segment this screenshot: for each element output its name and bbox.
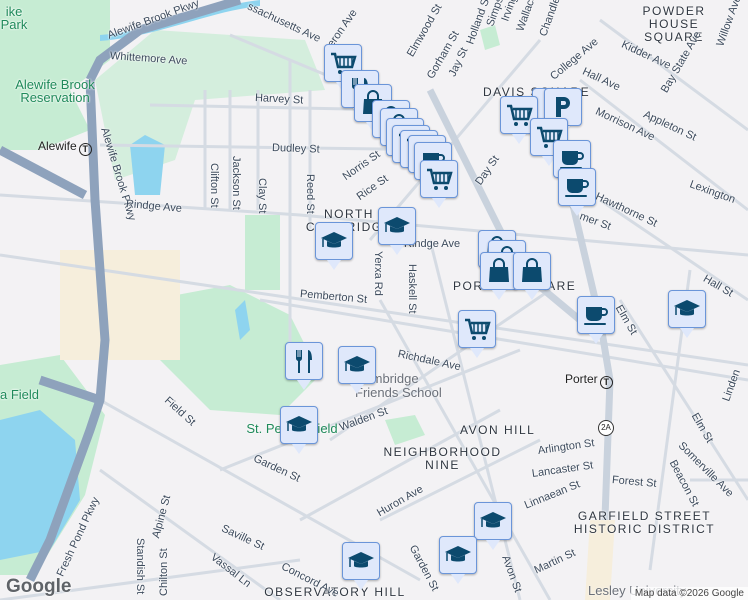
street-label: Dudley St [271,142,320,156]
alewife-station[interactable]: Alewife T [38,139,92,156]
park-label: a Field [0,387,40,402]
map-marker-school[interactable] [378,207,416,255]
map-marker-shopping-bag[interactable] [513,252,551,300]
parking-icon [549,93,577,121]
area-label: NEIGHBORHOOD NINE [383,445,502,472]
restaurant-icon [290,347,318,375]
map-marker-school[interactable] [668,290,706,338]
street-label: Reed St [304,174,316,214]
school-icon [343,351,371,379]
school-icon [347,547,375,575]
shopping-cart-icon [463,315,491,343]
porter-station[interactable]: Porter T [565,372,613,389]
shopping-cart-icon [505,101,533,129]
street-label: Harvey St [254,92,304,107]
map-marker-school[interactable] [474,502,512,550]
area-label: POWDER HOUSE SQUARE [642,4,706,44]
transit-icon: T [599,376,613,389]
map-marker-school[interactable] [439,536,477,584]
route-2a-shield: 2A [598,420,614,436]
coffee-icon [582,301,610,329]
map-marker-coffee[interactable] [558,168,596,216]
street-label: Clay St [256,178,268,214]
park-label: Alewife Brook Reservation [15,77,95,105]
area-label: AVON HILL [460,423,536,437]
school-icon [383,212,411,240]
school-icon [673,295,701,323]
map-marker-shopping-cart[interactable] [458,310,496,358]
street-label: Clifton St [208,163,220,208]
map-marker-school[interactable] [342,542,380,590]
school-icon [285,411,313,439]
shopping-cart-icon [425,165,453,193]
shopping-bag-icon [485,257,513,285]
coffee-icon [563,173,591,201]
park-label: ike Park [0,4,28,32]
map-attribution[interactable]: Map data ©2026 Google [630,587,748,600]
map-marker-school[interactable] [338,346,376,394]
station-name: Porter [565,372,598,386]
map-marker-restaurant[interactable] [285,342,323,390]
street-label: Chilton St [158,548,170,596]
school-icon [320,227,348,255]
street-label: Haskell St [406,264,418,314]
school-icon [444,541,472,569]
street-label: Yerxa Rd [372,251,384,296]
map-marker-school[interactable] [315,222,353,270]
transit-icon: T [78,143,92,156]
street-label: Standish St [134,538,146,595]
map-marker-coffee[interactable] [577,296,615,344]
street-label: Jackson St [230,156,242,210]
map-marker-shopping-cart[interactable] [420,160,458,208]
google-logo[interactable]: Google [6,576,71,598]
shopping-bag-icon [518,257,546,285]
school-icon [479,507,507,535]
area-label: GARFIELD STREET HISTORIC DISTRICT [573,509,716,536]
station-name: Alewife [38,139,77,153]
map-marker-school[interactable] [280,406,318,454]
